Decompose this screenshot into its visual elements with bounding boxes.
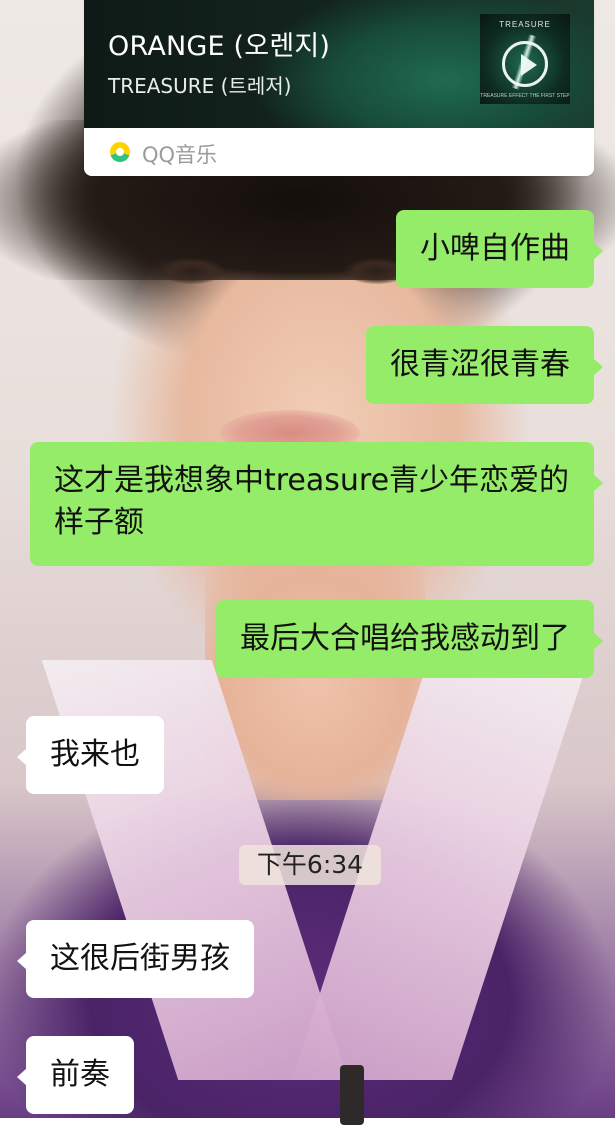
message-timestamp: 下午6:34 — [239, 845, 381, 885]
message-bubble-incoming[interactable]: 我来也 — [17, 716, 164, 794]
song-artist: TREASURE (트레저) — [108, 74, 292, 98]
bg-eye-left — [160, 258, 224, 284]
message-bubble-outgoing[interactable]: 这才是我想象中treasure青少年恋爱的样子额 — [30, 442, 603, 566]
song-title: ORANGE (오렌지) — [108, 31, 331, 62]
qq-music-icon — [110, 142, 130, 162]
message-text: 最后大合唱给我感动到了 — [240, 621, 570, 656]
album-cover-label: TREASURE — [499, 20, 551, 29]
message-bubble-outgoing[interactable]: 小啤自作曲 — [396, 210, 603, 288]
music-source-row: QQ音乐 — [84, 128, 594, 176]
bg-garment-tie — [340, 1065, 364, 1125]
message-text: 前奏 — [50, 1057, 110, 1092]
message-bubble-outgoing[interactable]: 最后大合唱给我感动到了 — [216, 600, 603, 678]
message-text: 小啤自作曲 — [420, 231, 570, 266]
message-bubble-incoming[interactable]: 前奏 — [17, 1036, 134, 1114]
message-bubble-incoming[interactable]: 这很后街男孩 — [17, 920, 254, 998]
message-text: 这才是我想象中treasure青少年恋爱的样子额 — [54, 463, 570, 540]
message-text: 很青涩很青春 — [390, 347, 570, 382]
album-cover: TREASURE TREASURE EFFECT THE FIRST STEP — [480, 14, 570, 104]
message-text: 这很后街男孩 — [50, 941, 230, 976]
music-share-card[interactable]: ORANGE (오렌지) TREASURE (트레저) TREASURE TRE… — [84, 0, 594, 176]
message-text: 我来也 — [50, 737, 140, 772]
album-cover-fine-print: TREASURE EFFECT THE FIRST STEP — [480, 93, 570, 99]
message-bubble-outgoing[interactable]: 很青涩很青春 — [366, 326, 603, 404]
music-source-label: QQ音乐 — [142, 143, 218, 167]
